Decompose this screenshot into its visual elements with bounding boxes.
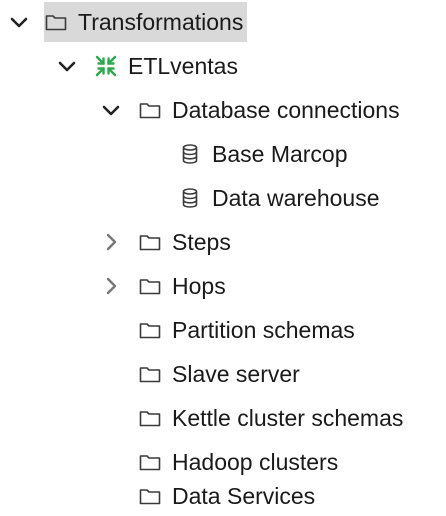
folder-icon xyxy=(138,274,162,298)
folder-icon xyxy=(138,98,162,122)
tree-node-steps[interactable]: Steps xyxy=(106,222,235,262)
transformation-icon xyxy=(94,54,118,78)
tree-node-label: Transformations xyxy=(78,9,244,35)
database-icon xyxy=(178,186,202,210)
tree-node-label: Hops xyxy=(172,273,226,299)
tree-node-transformations[interactable]: Transformations xyxy=(10,2,248,42)
folder-icon xyxy=(138,450,162,474)
chevron-right-icon[interactable] xyxy=(100,275,122,297)
tree-node-base-marcop[interactable]: Base Marcop xyxy=(178,134,352,174)
chevron-down-icon[interactable] xyxy=(8,11,30,33)
chevron-down-icon[interactable] xyxy=(100,99,122,121)
tree-node-label: Data Services xyxy=(172,483,316,509)
tree-node-label: Partition schemas xyxy=(172,317,355,343)
database-icon xyxy=(178,142,202,166)
tree-node-label: Kettle cluster schemas xyxy=(172,405,404,431)
tree-node-kettle-cluster-schemas[interactable]: Kettle cluster schemas xyxy=(138,398,407,438)
tree-node-partition-schemas[interactable]: Partition schemas xyxy=(138,310,359,350)
repository-tree: Transformations ETLventas Database conne… xyxy=(0,0,446,514)
tree-node-data-warehouse[interactable]: Data warehouse xyxy=(178,178,384,218)
tree-node-etlventas[interactable]: ETLventas xyxy=(58,46,242,86)
tree-node-label: Data warehouse xyxy=(212,185,380,211)
folder-icon xyxy=(138,230,162,254)
tree-node-label: ETLventas xyxy=(128,53,238,79)
tree-node-label: Base Marcop xyxy=(212,141,348,167)
folder-icon xyxy=(138,484,162,508)
chevron-down-icon[interactable] xyxy=(56,55,78,77)
tree-node-label: Steps xyxy=(172,229,231,255)
tree-node-label: Database connections xyxy=(172,97,400,123)
chevron-right-icon[interactable] xyxy=(100,231,122,253)
tree-node-label: Slave server xyxy=(172,361,300,387)
tree-node-slave-server[interactable]: Slave server xyxy=(138,354,304,394)
tree-node-data-services[interactable]: Data Services xyxy=(138,476,319,516)
folder-icon xyxy=(138,406,162,430)
folder-icon xyxy=(138,362,162,386)
tree-node-database-connections[interactable]: Database connections xyxy=(102,90,404,130)
folder-icon xyxy=(44,10,68,34)
tree-node-hops[interactable]: Hops xyxy=(106,266,230,306)
folder-icon xyxy=(138,318,162,342)
